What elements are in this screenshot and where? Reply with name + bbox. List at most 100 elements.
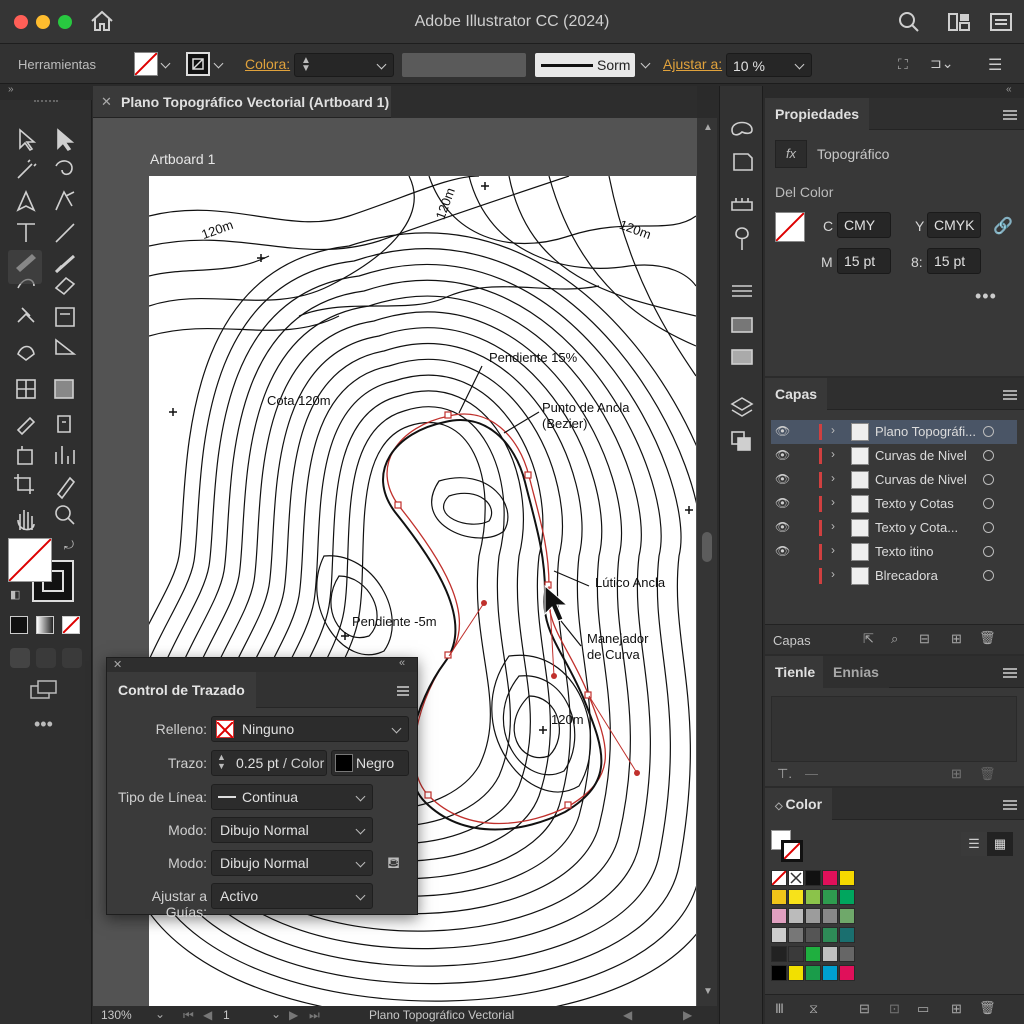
color-swatch[interactable] bbox=[805, 870, 821, 886]
gradient-panel-icon[interactable] bbox=[726, 344, 758, 372]
transparency-icon[interactable] bbox=[726, 312, 758, 340]
layer-row[interactable]: 👁 › Plano Topográfi... bbox=[771, 420, 1017, 444]
layer-row[interactable]: › Blrecadora bbox=[771, 564, 1017, 588]
artboards-panel-icon[interactable] bbox=[726, 426, 758, 454]
layer-target-icon[interactable] bbox=[983, 426, 994, 437]
color-swatch[interactable] bbox=[788, 946, 804, 962]
color-swatch[interactable] bbox=[805, 927, 821, 943]
workspace-layout-icon[interactable] bbox=[948, 13, 970, 34]
list-view-icon[interactable]: ☰ bbox=[961, 832, 987, 856]
eraser-tool-icon[interactable] bbox=[48, 284, 78, 314]
new-swatch-icon[interactable]: ⊞ bbox=[951, 1001, 962, 1017]
color-swatch[interactable] bbox=[805, 965, 821, 981]
swatch-options-icon[interactable]: ⊟ bbox=[859, 1001, 870, 1017]
color-swatch[interactable] bbox=[839, 870, 855, 886]
last-artboard-icon[interactable]: ⏭ bbox=[309, 1008, 320, 1023]
draw-normal-icon[interactable] bbox=[10, 648, 30, 668]
m-field[interactable]: 15 pt bbox=[837, 248, 891, 274]
curvature-tool-icon[interactable] bbox=[48, 188, 78, 218]
visibility-eye-icon[interactable]: 👁 bbox=[775, 472, 790, 486]
stroke-dropdown-icon[interactable] bbox=[213, 58, 224, 69]
stroke-swatch[interactable] bbox=[186, 52, 210, 76]
line-type-select[interactable]: Continua bbox=[211, 784, 373, 810]
layer-row[interactable]: 👁 › Texto itino bbox=[771, 540, 1017, 564]
mesh-tool-icon[interactable] bbox=[8, 378, 38, 408]
expand-layer-chevron-icon[interactable]: › bbox=[831, 543, 835, 557]
properties-menu-icon[interactable] bbox=[1003, 110, 1017, 120]
status-nav-right-icon[interactable]: ▶ bbox=[683, 1008, 692, 1022]
color-swatch[interactable] bbox=[839, 927, 855, 943]
color-stroke-swatch[interactable] bbox=[781, 840, 803, 862]
mode2-select[interactable]: Dibujo Normal bbox=[211, 850, 373, 876]
zoom-dropdown-icon[interactable]: ⌄ bbox=[155, 1007, 165, 1021]
color-swatch[interactable] bbox=[822, 927, 838, 943]
color-swatch[interactable] bbox=[839, 889, 855, 905]
more-tools-icon[interactable]: ••• bbox=[34, 714, 53, 735]
direct-selection-tool-icon[interactable] bbox=[48, 124, 78, 154]
magic-wand-tool-icon[interactable] bbox=[8, 156, 38, 186]
layer-target-icon[interactable] bbox=[983, 498, 994, 509]
tab-ennias[interactable]: Ennias bbox=[823, 656, 889, 688]
scroll-thumb[interactable] bbox=[702, 532, 712, 562]
more-options-icon[interactable]: ••• bbox=[975, 286, 997, 307]
link-icon[interactable]: 🔗 bbox=[993, 216, 1013, 236]
export-layer-icon[interactable]: ⇱ bbox=[863, 631, 874, 647]
color-swatch[interactable] bbox=[771, 908, 787, 924]
color-swatch[interactable] bbox=[822, 965, 838, 981]
selection-tool-icon[interactable] bbox=[8, 124, 38, 154]
expand-layer-chevron-icon[interactable]: › bbox=[831, 567, 835, 581]
fill-swatch[interactable] bbox=[134, 52, 158, 76]
draw-behind-icon[interactable] bbox=[36, 648, 56, 668]
tab-properties[interactable]: Propiedades bbox=[765, 98, 870, 130]
color-label[interactable]: Colora: bbox=[245, 56, 290, 72]
registration-swatch[interactable] bbox=[788, 870, 804, 886]
swatch-folder-icon[interactable]: ▭ bbox=[917, 1001, 929, 1017]
stroke-style-selector[interactable]: Sorm bbox=[535, 53, 635, 77]
color-swatch[interactable] bbox=[788, 908, 804, 924]
color-swatch[interactable] bbox=[805, 908, 821, 924]
visibility-eye-icon[interactable]: 👁 bbox=[775, 544, 790, 558]
hand-tool-icon[interactable] bbox=[8, 504, 38, 534]
expand-layer-chevron-icon[interactable]: › bbox=[831, 447, 835, 461]
color-swatch[interactable] bbox=[805, 946, 821, 962]
layer-target-icon[interactable] bbox=[983, 450, 994, 461]
vertical-scrollbar[interactable]: ▲ ▼ bbox=[697, 118, 717, 1006]
shaper-tool-icon[interactable] bbox=[8, 284, 38, 314]
brushes-icon[interactable] bbox=[726, 226, 758, 256]
pen-tool-icon[interactable] bbox=[8, 188, 38, 218]
tab-color[interactable]: ◇ Color bbox=[765, 788, 833, 820]
document-info-icon[interactable] bbox=[726, 148, 758, 178]
stroke-style-dropdown-icon[interactable] bbox=[640, 58, 651, 69]
visibility-eye-icon[interactable]: 👁 bbox=[775, 448, 790, 462]
tiene-new-icon[interactable]: ⊞ bbox=[951, 766, 962, 782]
first-artboard-icon[interactable]: ⏮ bbox=[183, 1008, 194, 1023]
grid-view-icon[interactable]: ▦ bbox=[987, 832, 1013, 856]
layers-panel-icon[interactable] bbox=[726, 394, 758, 422]
color-swatch[interactable] bbox=[822, 889, 838, 905]
layer-target-icon[interactable] bbox=[983, 522, 994, 533]
layer-row[interactable]: 👁 › Texto y Cota... bbox=[771, 516, 1017, 540]
artboard-number[interactable]: 1 bbox=[223, 1008, 230, 1022]
next-artboard-icon[interactable]: ▶ bbox=[289, 1008, 298, 1022]
stroke-panel-icon[interactable] bbox=[726, 278, 758, 308]
shape-builder-tool-icon[interactable] bbox=[8, 348, 38, 378]
dialog-collapse-icon[interactable]: « bbox=[399, 657, 405, 669]
artboard-tool-icon[interactable] bbox=[8, 472, 38, 502]
color-swatch[interactable] bbox=[771, 965, 787, 981]
transform-icon[interactable]: ⛶ bbox=[898, 56, 908, 73]
search-icon[interactable] bbox=[898, 11, 920, 36]
expand-layer-chevron-icon[interactable]: › bbox=[831, 495, 835, 509]
align-options-icon[interactable]: ⊐⌄ bbox=[930, 55, 953, 72]
line-tool-icon[interactable] bbox=[48, 220, 78, 250]
swap-colors-icon[interactable]: ⤾ bbox=[64, 538, 74, 553]
graph-tool-icon[interactable] bbox=[48, 442, 78, 472]
snap-select[interactable]: Activo bbox=[211, 883, 373, 909]
color-menu-icon[interactable] bbox=[1003, 800, 1017, 810]
gradient-mode-icon[interactable] bbox=[36, 616, 54, 634]
color-stepper[interactable]: ▲ ▼ bbox=[294, 53, 394, 77]
fill-color-large[interactable] bbox=[8, 538, 52, 582]
tiene-add-icon[interactable]: ⊤. bbox=[777, 766, 792, 782]
layer-target-icon[interactable] bbox=[983, 546, 994, 557]
layer-target-icon[interactable] bbox=[983, 570, 994, 581]
layers-menu-icon[interactable] bbox=[1003, 390, 1017, 400]
